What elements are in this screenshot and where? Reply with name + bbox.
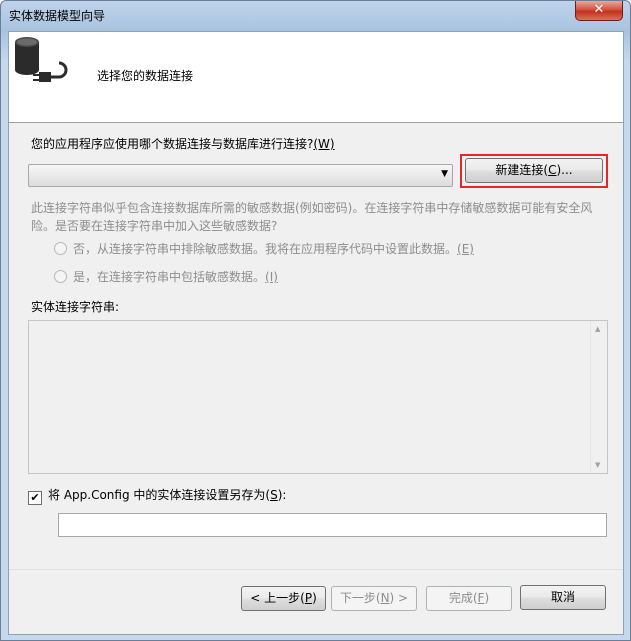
connection-name-input[interactable] (58, 513, 607, 537)
save-setting-suffix: ): (277, 488, 287, 502)
title-bar[interactable]: 实体数据模型向导 ✕ (1, 1, 630, 31)
save-setting-checkbox[interactable]: ✔ (28, 491, 42, 505)
scroll-up-icon[interactable]: ▲ (595, 325, 600, 333)
question-accel: (W) (313, 137, 335, 151)
scroll-down-icon[interactable]: ▼ (595, 461, 600, 469)
save-setting-label: 将 App.Config 中的实体连接设置另存为( (48, 488, 271, 502)
new-connection-suffix: )... (556, 163, 573, 177)
save-setting-row[interactable]: ✔ 将 App.Config 中的实体连接设置另存为(S): (28, 486, 286, 505)
highlight-box: 新建连接(C)... (460, 154, 608, 188)
radio-include-label: 是，在连接字符串中包括敏感数据。 (73, 270, 266, 284)
next-suffix: ) > (389, 591, 409, 605)
finish-button[interactable]: 完成(F) (426, 586, 512, 611)
vertical-scrollbar[interactable]: ▲ ▼ (590, 321, 607, 473)
back-accel: P (304, 591, 313, 605)
new-connection-label: 新建连接( (495, 163, 549, 177)
entity-connection-label: 实体连接字符串: (31, 300, 120, 314)
finish-label: 完成( (448, 591, 478, 605)
question-text: 您的应用程序应使用哪个数据连接与数据库进行连接? (31, 137, 314, 151)
back-button[interactable]: < 上一步(P) (241, 586, 326, 611)
radio-include-accel: (I) (265, 270, 278, 284)
entity-connection-textbox[interactable]: ▲ ▼ (28, 320, 608, 474)
radio-button[interactable] (54, 242, 67, 255)
radio-exclude-sensitive[interactable]: 否，从连接字符串中排除敏感数据。我将在应用程序代码中设置此数据。(E) (54, 240, 474, 257)
footer-divider (9, 569, 623, 570)
back-label: < 上一步( (250, 591, 305, 605)
radio-button[interactable] (54, 270, 67, 283)
finish-suffix: ) (484, 591, 490, 605)
window-title: 实体数据模型向导 (9, 9, 106, 23)
cancel-button[interactable]: 取消 (520, 585, 606, 610)
wizard-client: 选择您的数据连接 您的应用程序应使用哪个数据连接与数据库进行连接?(W) ▼ 新… (8, 31, 624, 635)
radio-include-sensitive[interactable]: 是，在连接字符串中包括敏感数据。(I) (54, 268, 278, 285)
database-plug-icon (15, 37, 68, 82)
connection-dropdown[interactable]: ▼ (28, 164, 453, 187)
close-button[interactable]: ✕ (575, 1, 623, 21)
next-accel: N (380, 591, 390, 605)
next-label: 下一步( (339, 591, 381, 605)
page-title: 选择您的数据连接 (97, 69, 194, 83)
wizard-window: 实体数据模型向导 ✕ 选择您的数据连接 您的应用程序应使用哪个数据连接与数据库进… (0, 0, 631, 641)
sensitive-data-hint: 此连接字符串似乎包含连接数据库所需的敏感数据(例如密码)。在连接字符串中存储敏感… (31, 201, 593, 233)
wizard-header: 选择您的数据连接 (9, 32, 623, 123)
new-connection-button[interactable]: 新建连接(C)... (465, 158, 603, 183)
back-suffix: ) (312, 591, 317, 605)
save-setting-accel: S (270, 488, 278, 502)
radio-exclude-label: 否，从连接字符串中排除敏感数据。我将在应用程序代码中设置此数据。 (73, 242, 458, 256)
close-icon: ✕ (593, 2, 605, 17)
chevron-down-icon: ▼ (441, 169, 448, 179)
radio-exclude-accel: (E) (457, 242, 474, 256)
next-button[interactable]: 下一步(N) > (331, 586, 417, 611)
connection-question: 您的应用程序应使用哪个数据连接与数据库进行连接?(W) (31, 135, 335, 152)
